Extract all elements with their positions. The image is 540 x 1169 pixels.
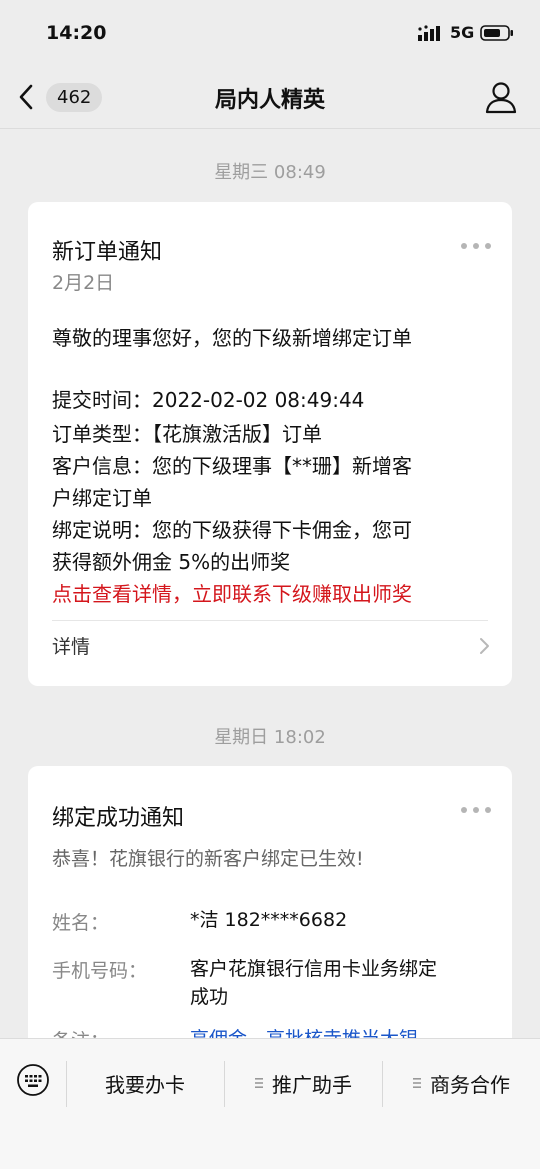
nav-bar: 462 局内人精英 bbox=[0, 66, 540, 128]
phone-field-value-2: 成功 bbox=[190, 986, 229, 1008]
order-notice-card[interactable]: 新订单通知 2月2日 尊敬的理事您好，您的下级新增绑定订单 提交时间：2022-… bbox=[28, 202, 512, 686]
signal-icon bbox=[418, 25, 440, 41]
message-timestamp: 星期日 18:02 bbox=[214, 727, 326, 748]
menu-apply-card-label: 我要办卡 bbox=[105, 1072, 185, 1097]
profile-icon[interactable] bbox=[484, 80, 518, 114]
menu-business-coop-label: 商务合作 bbox=[430, 1072, 510, 1097]
message-timestamp: 星期三 08:49 bbox=[214, 162, 326, 183]
greeting-line: 尊敬的理事您好，您的下级新增绑定订单 bbox=[52, 326, 412, 350]
card-divider bbox=[52, 620, 488, 621]
card-title: 绑定成功通知 bbox=[52, 806, 185, 831]
menu-promo-assistant-label: 推广助手 bbox=[272, 1072, 352, 1097]
battery-icon bbox=[480, 25, 513, 41]
chevron-right-icon bbox=[480, 638, 489, 654]
page-title: 局内人精英 bbox=[214, 88, 325, 113]
name-field-value: *洁 182****6682 bbox=[190, 909, 348, 931]
menu-list-icon bbox=[413, 1078, 421, 1088]
network-type: 5G bbox=[450, 23, 475, 42]
customer-info-line-2: 户绑定订单 bbox=[52, 486, 152, 510]
card-subtitle: 恭喜！花旗银行的新客户绑定已生效! bbox=[52, 848, 364, 870]
card-title: 新订单通知 bbox=[52, 240, 163, 265]
phone-field-label: 手机号码： bbox=[52, 960, 148, 982]
menu-list-icon bbox=[255, 1078, 263, 1088]
card-date: 2月2日 bbox=[52, 272, 115, 294]
keyboard-icon[interactable] bbox=[16, 1063, 50, 1097]
menu-business-coop[interactable]: 商务合作 bbox=[382, 1069, 540, 1097]
more-options-icon[interactable] bbox=[460, 242, 492, 250]
details-label: 详情 bbox=[52, 636, 91, 658]
menu-apply-card[interactable]: 我要办卡 bbox=[66, 1069, 224, 1097]
binding-note-line: 绑定说明：您的下级获得下卡佣金，您可 bbox=[52, 518, 412, 542]
menu-promo-assistant[interactable]: 推广助手 bbox=[224, 1069, 382, 1097]
order-type-line: 订单类型：【花旗激活版】订单 bbox=[52, 422, 322, 446]
more-options-icon[interactable] bbox=[460, 806, 492, 814]
binding-note-line-2: 获得额外佣金 5%的出师奖 bbox=[52, 550, 291, 574]
status-time: 14:20 bbox=[46, 22, 107, 44]
nav-divider bbox=[0, 128, 540, 129]
status-bar: 14:20 5G bbox=[0, 0, 540, 66]
bottom-menu-bar: 我要办卡 推广助手 商务合作 bbox=[0, 1038, 540, 1169]
highlight-text: 点击查看详情，立即联系下级赚取出师奖 bbox=[52, 582, 412, 606]
name-field-label: 姓名： bbox=[52, 912, 110, 934]
phone-field-value: 客户花旗银行信用卡业务绑定 bbox=[190, 958, 438, 980]
details-link[interactable]: 详情 bbox=[28, 622, 512, 668]
submit-time-line: 提交时间：2022-02-02 08:49:44 bbox=[52, 388, 365, 412]
customer-info-line: 客户信息：您的下级理事【**珊】新增客 bbox=[52, 454, 412, 478]
